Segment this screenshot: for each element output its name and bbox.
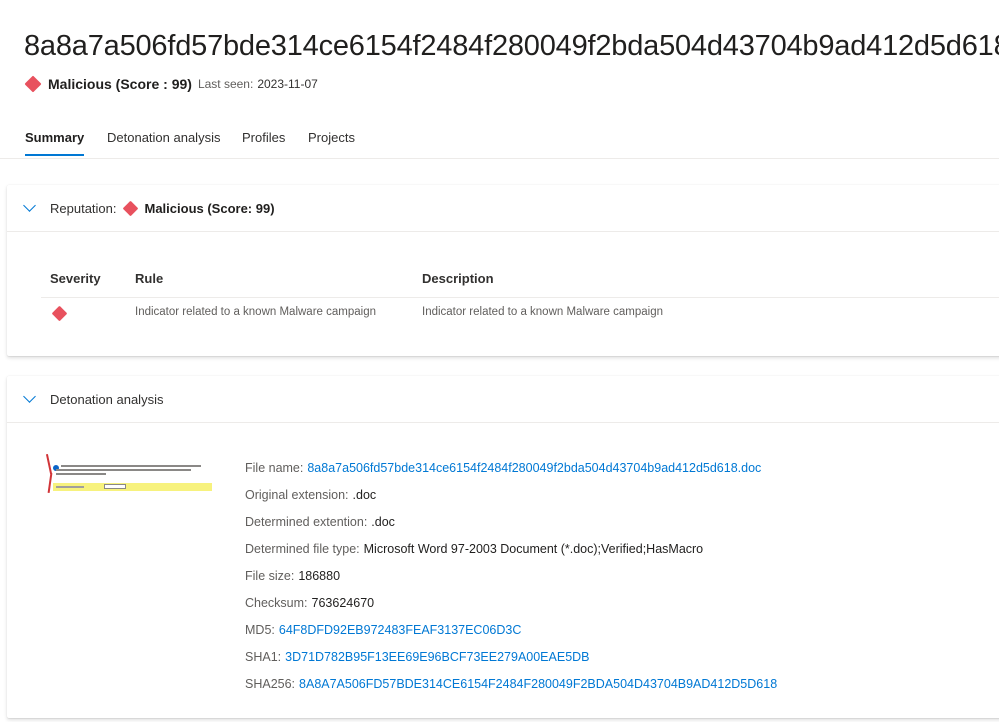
metadata-sha1: SHA1: 3D71D782B95F13EE69E96BCF73EE279A00… — [245, 643, 777, 670]
thumbnail-text-line — [61, 465, 201, 467]
thumbnail-text-line — [56, 469, 191, 471]
metadata-sha256: SHA256: 8A8A7A506FD57BDE314CE6154F2484F2… — [245, 670, 777, 697]
reputation-verdict: Malicious (Score: 99) — [144, 200, 275, 216]
verdict-row: Malicious (Score : 99) Last seen: 2023-1… — [24, 75, 318, 93]
severity-malicious-icon — [51, 305, 68, 322]
reputation-header[interactable]: Reputation: Malicious (Score: 99) — [7, 185, 999, 232]
metadata-file-size: File size: 186880 — [245, 563, 777, 590]
metadata-file-type: Determined file type: Microsoft Word 97-… — [245, 536, 777, 563]
column-header-severity: Severity — [50, 271, 101, 286]
metadata-md5: MD5: 64F8DFD92EB972483FEAF3137EC06D3C — [245, 616, 777, 643]
chevron-down-icon[interactable] — [23, 390, 36, 403]
metadata-value: Microsoft Word 97-2003 Document (*.doc);… — [363, 542, 704, 557]
metadata-file-name: File name: 8a8a7a506fd57bde314ce6154f248… — [245, 455, 777, 482]
annotation-mark — [45, 454, 53, 474]
annotation-mark — [47, 472, 53, 494]
metadata-label: Checksum: — [245, 595, 308, 610]
metadata-label: Original extension: — [245, 488, 349, 503]
metadata-checksum: Checksum: 763624670 — [245, 589, 777, 616]
detonation-title: Detonation analysis — [50, 391, 164, 407]
detonation-card: Detonation analysis File name: 8a8a7a506… — [7, 376, 999, 718]
tab-profiles[interactable]: Profiles — [242, 130, 285, 155]
tab-projects[interactable]: Projects — [308, 130, 355, 155]
reputation-table-header: Severity Rule Description — [41, 265, 999, 298]
table-row[interactable]: Indicator related to a known Malware cam… — [41, 298, 999, 328]
verdict-label: Malicious (Score : 99) — [48, 76, 192, 92]
reputation-label: Reputation: — [50, 200, 117, 216]
description-cell: Indicator related to a known Malware cam… — [422, 306, 663, 318]
md5-link[interactable]: 64F8DFD92EB972483FEAF3137EC06D3C — [279, 623, 522, 637]
detonation-header[interactable]: Detonation analysis — [7, 376, 999, 423]
malicious-diamond-icon — [24, 75, 42, 93]
tab-bar: Summary Detonation analysis Profiles Pro… — [0, 122, 999, 159]
metadata-label: Determined extention: — [245, 515, 368, 530]
last-seen-label: Last seen: — [197, 77, 254, 91]
tab-summary[interactable]: Summary — [25, 130, 85, 156]
metadata-original-extension: Original extension: .doc — [245, 482, 777, 509]
metadata-value: 186880 — [298, 569, 341, 583]
rule-cell: Indicator related to a known Malware cam… — [135, 306, 376, 318]
metadata-label: File size: — [245, 569, 295, 583]
thumbnail-warning-text — [56, 486, 84, 488]
chevron-down-icon[interactable] — [23, 199, 36, 212]
last-seen-value: 2023-11-07 — [257, 77, 318, 91]
metadata-value: .doc — [371, 515, 395, 530]
thumbnail-text-line — [56, 473, 106, 475]
metadata-label: MD5: — [245, 622, 275, 637]
column-header-description: Description — [422, 271, 494, 286]
metadata-value: 763624670 — [311, 595, 375, 610]
sha1-link[interactable]: 3D71D782B95F13EE69E96BCF73EE279A00EAE5DB — [285, 650, 589, 664]
metadata-label: Determined file type: — [245, 542, 360, 557]
metadata-label: SHA1: — [245, 649, 282, 664]
metadata-label: SHA256: — [245, 676, 296, 691]
metadata-value: .doc — [352, 488, 377, 503]
document-screenshot-thumbnail[interactable] — [44, 449, 212, 509]
malicious-diamond-icon — [122, 200, 138, 216]
reputation-table: Severity Rule Description Indicator rela… — [41, 265, 999, 328]
file-metadata: File name: 8a8a7a506fd57bde314ce6154f248… — [245, 455, 777, 697]
metadata-label: File name: — [245, 461, 304, 476]
thumbnail-enable-button — [104, 484, 126, 489]
tab-detonation-analysis[interactable]: Detonation analysis — [107, 130, 220, 155]
reputation-card: Reputation: Malicious (Score: 99) Severi… — [7, 185, 999, 356]
page-title: 8a8a7a506fd57bde314ce6154f2484f280049f2b… — [24, 30, 999, 62]
sha256-link[interactable]: 8A8A7A506FD57BDE314CE6154F2484F280049F2B… — [299, 677, 777, 691]
column-header-rule: Rule — [135, 271, 164, 286]
metadata-determined-extension: Determined extention: .doc — [245, 509, 777, 536]
file-name-link[interactable]: 8a8a7a506fd57bde314ce6154f2484f280049f2b… — [307, 461, 761, 475]
